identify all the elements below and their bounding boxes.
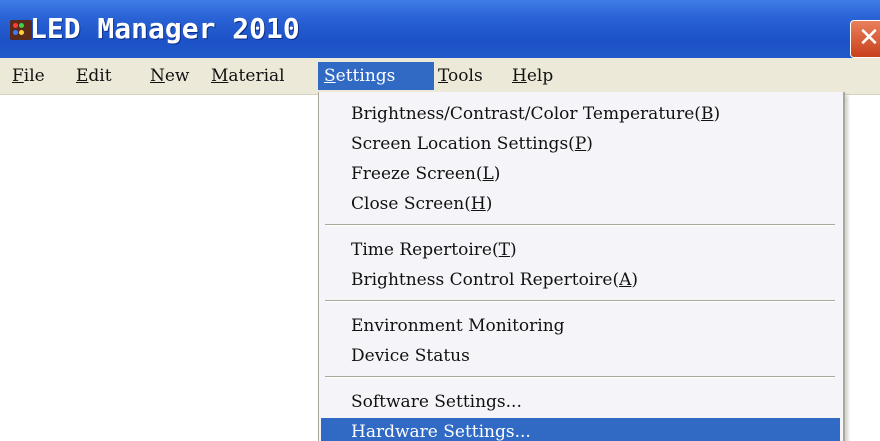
menu-material[interactable]: Material [205,62,291,90]
title-bar[interactable]: LED Manager 2010 ✕ [0,0,880,58]
menu-settings[interactable]: Settings [318,62,434,90]
menu-bar: File Edit New Material Settings Tools He… [0,58,880,95]
menu-separator [325,300,835,302]
menu-item-environment-monitoring[interactable]: Environment Monitoring [321,312,840,340]
menu-item-brightness-control-repertoire[interactable]: Brightness Control Repertoire(A) [321,266,840,294]
close-button[interactable]: ✕ [850,20,880,58]
led-logo-icon [10,20,32,40]
settings-dropdown: Brightness/Contrast/Color Temperature(B)… [318,92,845,441]
menu-edit[interactable]: Edit [70,62,118,90]
menu-separator [325,224,835,226]
menu-help[interactable]: Help [506,62,559,90]
menu-separator [325,376,835,378]
menu-item-software-settings[interactable]: Software Settings... [321,388,840,416]
menu-item-close-screen[interactable]: Close Screen(H) [321,190,840,218]
menu-item-screen-location[interactable]: Screen Location Settings(P) [321,130,840,158]
menu-item-brightness-contrast[interactable]: Brightness/Contrast/Color Temperature(B) [321,100,840,128]
menu-item-time-repertoire[interactable]: Time Repertoire(T) [321,236,840,264]
app-window: LED Manager 2010 ✕ File Edit New Materia… [0,0,880,441]
window-title: LED Manager 2010 [30,12,300,45]
menu-tools[interactable]: Tools [432,62,489,90]
menu-item-freeze-screen[interactable]: Freeze Screen(L) [321,160,840,188]
menu-new[interactable]: New [144,62,196,90]
menu-file[interactable]: File [6,62,51,90]
menu-item-device-status[interactable]: Device Status [321,342,840,370]
menu-item-hardware-settings[interactable]: Hardware Settings... [321,418,840,441]
